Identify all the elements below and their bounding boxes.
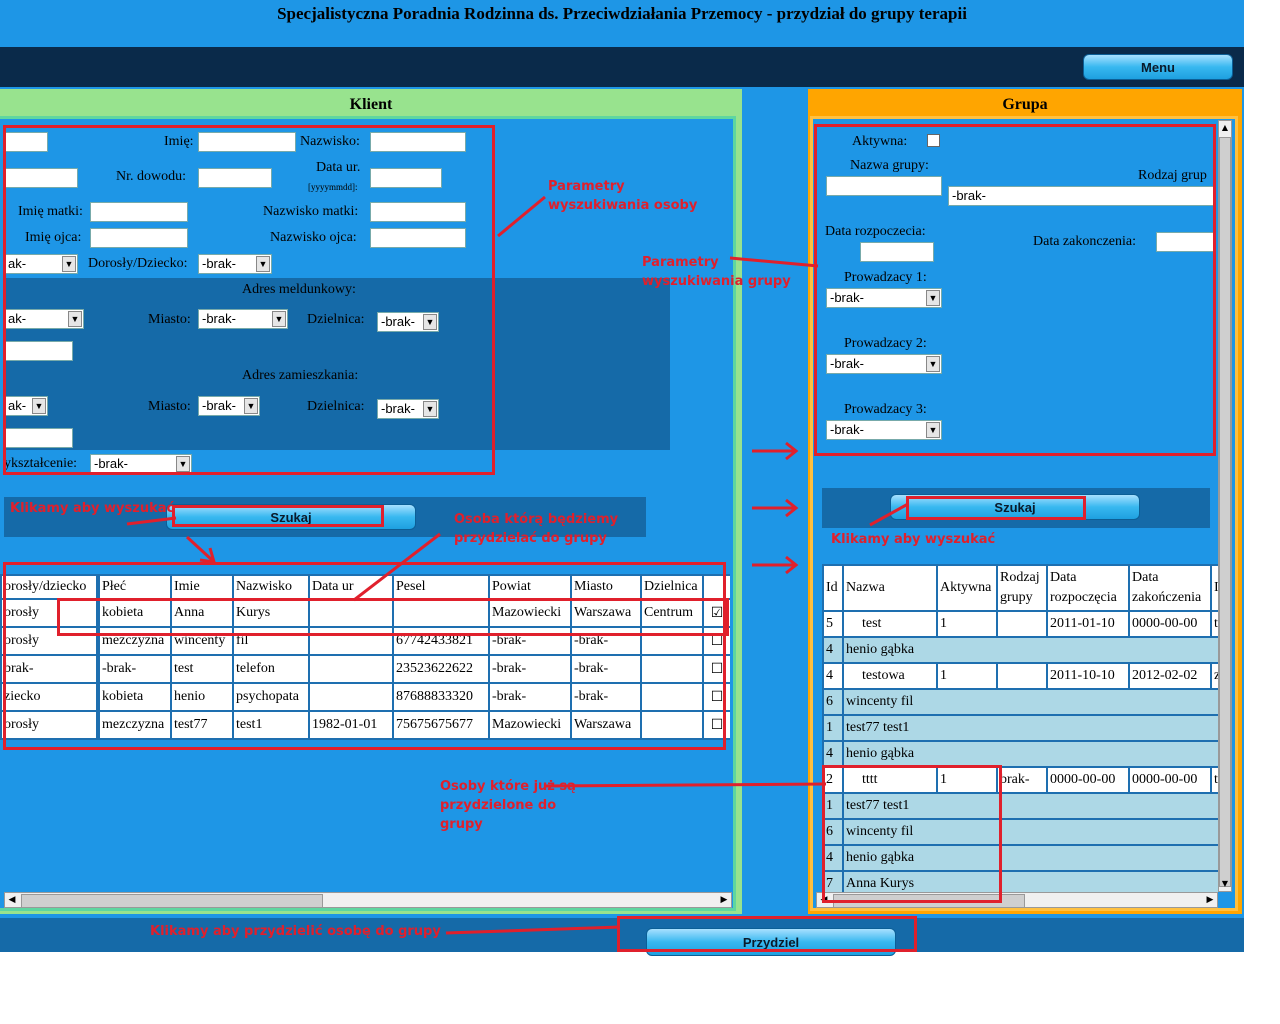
table-cell: henio gąbka bbox=[842, 636, 1218, 664]
grupa-title: Grupa bbox=[1002, 96, 1048, 113]
arrow-left-icon[interactable]: ◀ bbox=[5, 893, 19, 907]
table-cell bbox=[996, 610, 1048, 638]
annotation-click-search-right: Klikamy aby wyszukać bbox=[831, 532, 996, 547]
member-row[interactable]: 4 henio gąbka bbox=[822, 636, 1218, 664]
member-row[interactable]: 1 test77 test1 bbox=[822, 714, 1218, 742]
column-header: Data rozpoczęcia bbox=[1046, 564, 1130, 612]
przydziel-highlight bbox=[617, 916, 917, 952]
grupa-vertical-scrollbar[interactable]: ▲ ▼ bbox=[1218, 120, 1232, 892]
table-cell: z bbox=[1210, 662, 1218, 690]
group-params-highlight bbox=[814, 124, 1216, 456]
table-cell: wincenty fil bbox=[842, 688, 1218, 716]
table-cell: 1 bbox=[822, 714, 844, 742]
annotation-person-params: Parametry wyszukiwania osoby bbox=[548, 179, 698, 213]
klient-horizontal-scrollbar[interactable]: ◀ ▶ bbox=[4, 892, 732, 908]
klient-results-highlight bbox=[3, 562, 726, 750]
table-cell: test77 test1 bbox=[842, 714, 1218, 742]
scroll-thumb[interactable] bbox=[1219, 137, 1231, 887]
annotation-click-assign: Klikamy aby przydzielić osobę do grupy bbox=[150, 924, 441, 939]
column-header: Id bbox=[822, 564, 844, 612]
arrow-right-icon[interactable]: ▶ bbox=[717, 893, 731, 907]
person-params-highlight bbox=[3, 125, 495, 475]
arrow-down-icon[interactable]: ▼ bbox=[1219, 877, 1231, 891]
table-cell bbox=[996, 662, 1048, 690]
table-cell: 6 bbox=[822, 688, 844, 716]
table-cell: 0000-00-00 bbox=[1046, 766, 1130, 794]
klient-search-highlight bbox=[172, 505, 384, 527]
annotation-click-search-left: Klikamy aby wyszukać bbox=[10, 501, 175, 516]
table-cell: henio gąbka bbox=[842, 740, 1218, 768]
scroll-thumb[interactable] bbox=[21, 894, 323, 908]
annotation-already-assigned: Osoby które już są przydzielone do grupy bbox=[440, 779, 576, 832]
klient-title: Klient bbox=[349, 96, 393, 113]
table-cell: t bbox=[1210, 766, 1218, 794]
menu-button[interactable]: Menu bbox=[1083, 54, 1233, 80]
table-cell: 2012-02-02 bbox=[1128, 662, 1212, 690]
table-cell: 2011-10-10 bbox=[1046, 662, 1130, 690]
arrow-right-icon[interactable]: ▶ bbox=[1203, 893, 1217, 907]
table-cell: 1 bbox=[936, 662, 998, 690]
nav-bar bbox=[0, 47, 1244, 87]
table-cell: 0000-00-00 bbox=[1128, 610, 1212, 638]
table-cell: 2011-01-10 bbox=[1046, 610, 1130, 638]
table-cell: 4 bbox=[822, 740, 844, 768]
grupa-search-highlight bbox=[906, 496, 1086, 520]
table-cell: 4 bbox=[822, 636, 844, 664]
arrow-up-icon[interactable]: ▲ bbox=[1219, 121, 1231, 135]
table-cell: 5 bbox=[822, 610, 844, 638]
grupa-table-header: Id Nazwa Aktywna Rodzaj grupy Data rozpoczęc… bbox=[822, 564, 1218, 612]
selected-person-highlight bbox=[57, 598, 729, 636]
table-cell: 1 bbox=[936, 610, 998, 638]
column-header: I bbox=[1210, 564, 1218, 612]
table-cell: test bbox=[842, 610, 938, 638]
group-row[interactable]: 5 test 1 2011-01-10 0000-00-00 t bbox=[822, 610, 1218, 638]
annotation-group-params: Parametry wyszukiwania grupy bbox=[642, 255, 791, 289]
table-cell: 4 bbox=[822, 662, 844, 690]
table-cell: brak- bbox=[996, 766, 1048, 794]
group-row[interactable]: 4testowa1 2011-10-102012-02-02z bbox=[822, 662, 1218, 690]
member-row[interactable]: 6 wincenty fil bbox=[822, 688, 1218, 716]
table-cell: 0000-00-00 bbox=[1128, 766, 1212, 794]
column-header: Aktywna bbox=[936, 564, 998, 612]
column-header: Nazwa bbox=[842, 564, 938, 612]
member-row[interactable]: 4 henio gąbka bbox=[822, 740, 1218, 768]
annotation-person-to-assign: Osoba którą będziemy przydzielać do grup… bbox=[454, 512, 619, 546]
page-title: Specjalistyczna Poradnia Rodzinna ds. Pr… bbox=[277, 4, 967, 23]
table-cell: t bbox=[1210, 610, 1218, 638]
assigned-members-highlight bbox=[822, 765, 1002, 903]
table-cell: testowa bbox=[842, 662, 938, 690]
column-header: Data zakończenia bbox=[1128, 564, 1212, 612]
column-header: Rodzaj grupy bbox=[996, 564, 1048, 612]
